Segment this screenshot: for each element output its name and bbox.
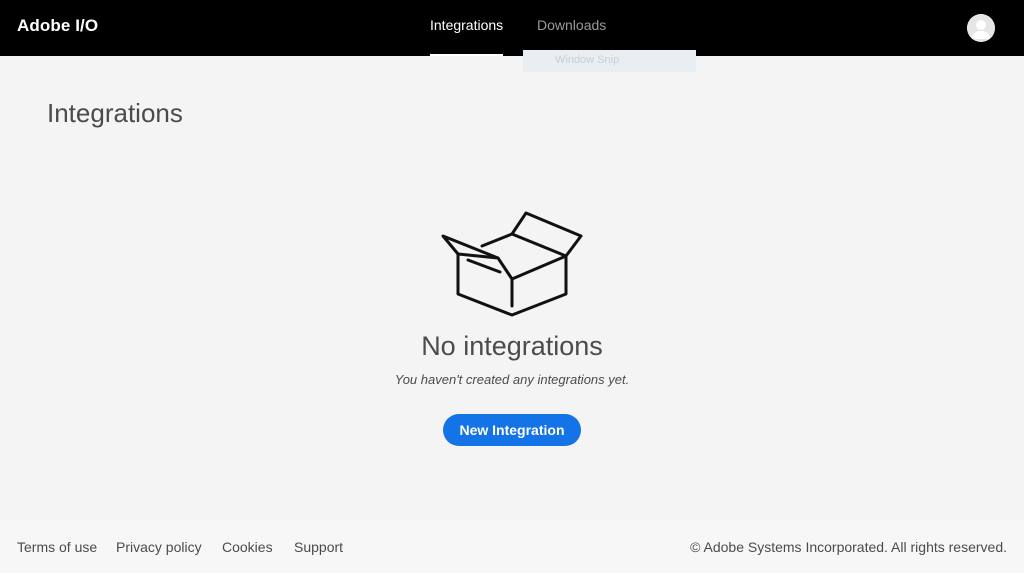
footer-link-support[interactable]: Support (294, 539, 343, 555)
user-silhouette-icon (967, 14, 995, 42)
copyright-text: © Adobe Systems Incorporated. All rights… (690, 539, 1007, 555)
window-snip-overlay: Window Snip (523, 50, 696, 72)
footer-link-terms[interactable]: Terms of use (17, 539, 97, 555)
new-integration-button[interactable]: New Integration (443, 414, 581, 446)
user-avatar-icon[interactable] (967, 14, 995, 42)
top-nav-bar: Adobe I/O Integrations Downloads (0, 0, 1024, 56)
footer-link-cookies[interactable]: Cookies (222, 539, 273, 555)
open-box-icon (441, 211, 583, 317)
footer: Terms of use Privacy policy Cookies Supp… (0, 520, 1024, 573)
brand-logo[interactable]: Adobe I/O (17, 16, 98, 36)
page-title: Integrations (47, 98, 183, 128)
empty-state-title: No integrations (421, 331, 603, 361)
tab-integrations[interactable]: Integrations (430, 17, 504, 56)
empty-state-subtitle: You haven't created any integrations yet… (394, 372, 630, 387)
footer-link-privacy[interactable]: Privacy policy (116, 539, 202, 555)
